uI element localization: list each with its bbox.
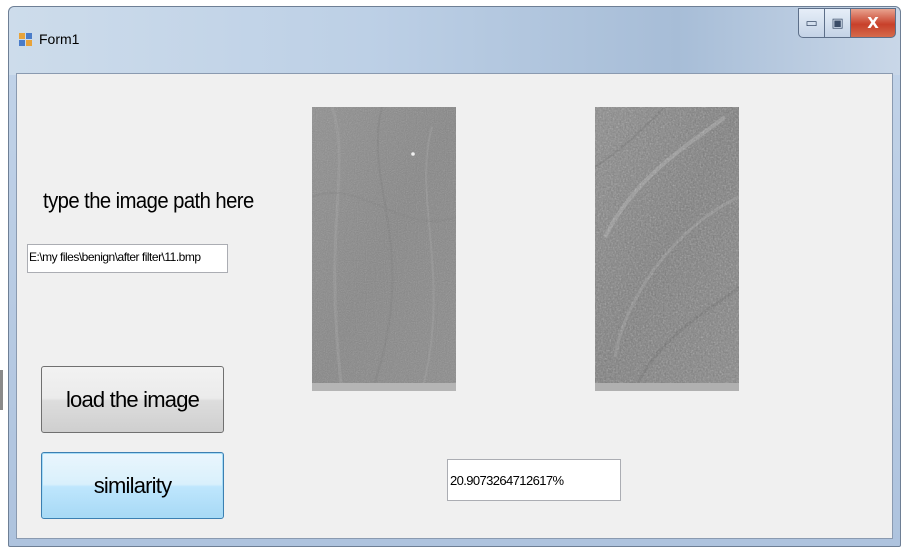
form-client-area: type the image path here E:\my files\ben…	[16, 73, 893, 539]
window-title: Form1	[39, 31, 80, 47]
title-bar[interactable]: Form1 ▭ ▣ X	[9, 7, 900, 75]
close-button[interactable]: X	[850, 8, 896, 38]
load-image-button-label: load the image	[65, 386, 200, 412]
load-image-button[interactable]: load the image	[41, 366, 224, 433]
similarity-button[interactable]: similarity	[41, 452, 224, 519]
maximize-button[interactable]: ▣	[824, 8, 851, 38]
background-edge	[0, 370, 3, 410]
maximize-icon: ▣	[831, 15, 844, 31]
filtered-image-picturebox	[595, 107, 739, 391]
image-path-input[interactable]: E:\my files\benign\after filter\11.bmp	[27, 244, 228, 273]
similarity-result-field[interactable]: 20.9073264712617%	[447, 459, 621, 501]
close-icon: X	[867, 14, 879, 32]
original-image-picturebox	[312, 107, 456, 391]
minimize-button[interactable]: ▭	[798, 8, 825, 38]
form-window: Form1 ▭ ▣ X type the image path here E:\…	[8, 6, 901, 547]
app-icon	[19, 33, 32, 46]
minimize-icon: ▭	[805, 15, 818, 31]
image-path-label: type the image path here	[43, 188, 254, 213]
similarity-button-label: similarity	[93, 472, 172, 498]
texture-image-left	[312, 107, 456, 391]
texture-image-right	[595, 107, 739, 391]
